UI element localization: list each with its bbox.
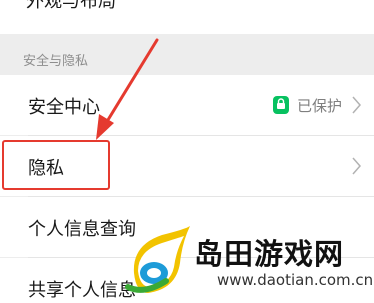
watermark-name: 岛田游戏网 [194, 237, 345, 271]
watermark-logo [125, 226, 190, 293]
watermark: 岛田游戏网 www.daotian.com.cn [124, 223, 374, 303]
watermark-url: www.daotian.com.cn [217, 271, 374, 289]
